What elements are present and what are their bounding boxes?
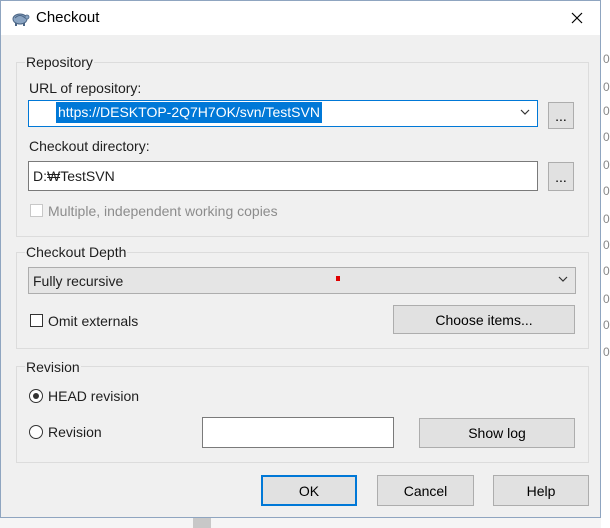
cancel-button[interactable]: Cancel: [377, 475, 474, 506]
revision-radio[interactable]: [29, 425, 43, 439]
chevron-down-icon[interactable]: [557, 273, 569, 285]
background-text: 0: [603, 158, 610, 172]
chevron-down-icon[interactable]: [519, 106, 531, 118]
choose-items-button[interactable]: Choose items...: [393, 305, 575, 334]
multiple-copies-label: Multiple, independent working copies: [48, 203, 278, 219]
repository-group-label: Repository: [25, 54, 94, 70]
background-text: 0: [603, 52, 610, 66]
depth-group-label: Checkout Depth: [25, 244, 128, 260]
background-scroll-mark: [193, 518, 211, 528]
background-text: 0: [603, 318, 610, 332]
url-selected-text[interactable]: https://DESKTOP-2Q7H7OK/svn/TestSVN: [56, 102, 322, 123]
window-title: Checkout: [36, 9, 100, 26]
background-text: 0: [603, 130, 610, 144]
background-text: 0: [603, 345, 610, 359]
url-label: URL of repository:: [29, 80, 142, 96]
tortoise-icon: [12, 13, 30, 26]
checkout-dir-input[interactable]: D:₩TestSVN: [28, 161, 538, 191]
radio-selected-dot: [33, 393, 39, 399]
show-log-button[interactable]: Show log: [419, 418, 575, 448]
background-text: 0: [603, 184, 610, 198]
checkout-dialog: Checkout Repository URL of repository: h…: [0, 0, 601, 518]
omit-externals-label: Omit externals: [48, 313, 139, 329]
url-combobox[interactable]: https://DESKTOP-2Q7H7OK/svn/TestSVN: [28, 100, 538, 127]
background-text: 0: [603, 80, 610, 94]
background-text: 0: [603, 264, 610, 278]
revision-input[interactable]: [202, 417, 394, 448]
red-marker: [336, 276, 340, 281]
browse-dir-button[interactable]: ...: [548, 162, 574, 191]
multiple-copies-checkbox[interactable]: [30, 204, 43, 217]
background-text: 0: [603, 212, 610, 226]
title-bar[interactable]: Checkout: [1, 1, 600, 35]
depth-dropdown[interactable]: Fully recursive: [28, 267, 576, 294]
revision-group: [16, 366, 589, 463]
help-button[interactable]: Help: [493, 475, 589, 506]
omit-externals-checkbox[interactable]: [30, 314, 43, 327]
close-button[interactable]: [554, 1, 600, 35]
background-text: 0: [603, 292, 610, 306]
background-text: 0: [603, 238, 610, 252]
revision-group-label: Revision: [25, 359, 81, 375]
browse-url-button[interactable]: ...: [548, 102, 574, 129]
background-text: 0: [603, 104, 610, 118]
close-icon: [571, 12, 583, 24]
revision-label: Revision: [48, 424, 102, 440]
depth-selected: Fully recursive: [33, 273, 124, 289]
background-window: [0, 518, 610, 528]
head-revision-label: HEAD revision: [48, 388, 140, 404]
checkout-dir-label: Checkout directory:: [29, 138, 150, 154]
head-revision-radio[interactable]: [29, 389, 43, 403]
ok-button[interactable]: OK: [261, 475, 357, 506]
